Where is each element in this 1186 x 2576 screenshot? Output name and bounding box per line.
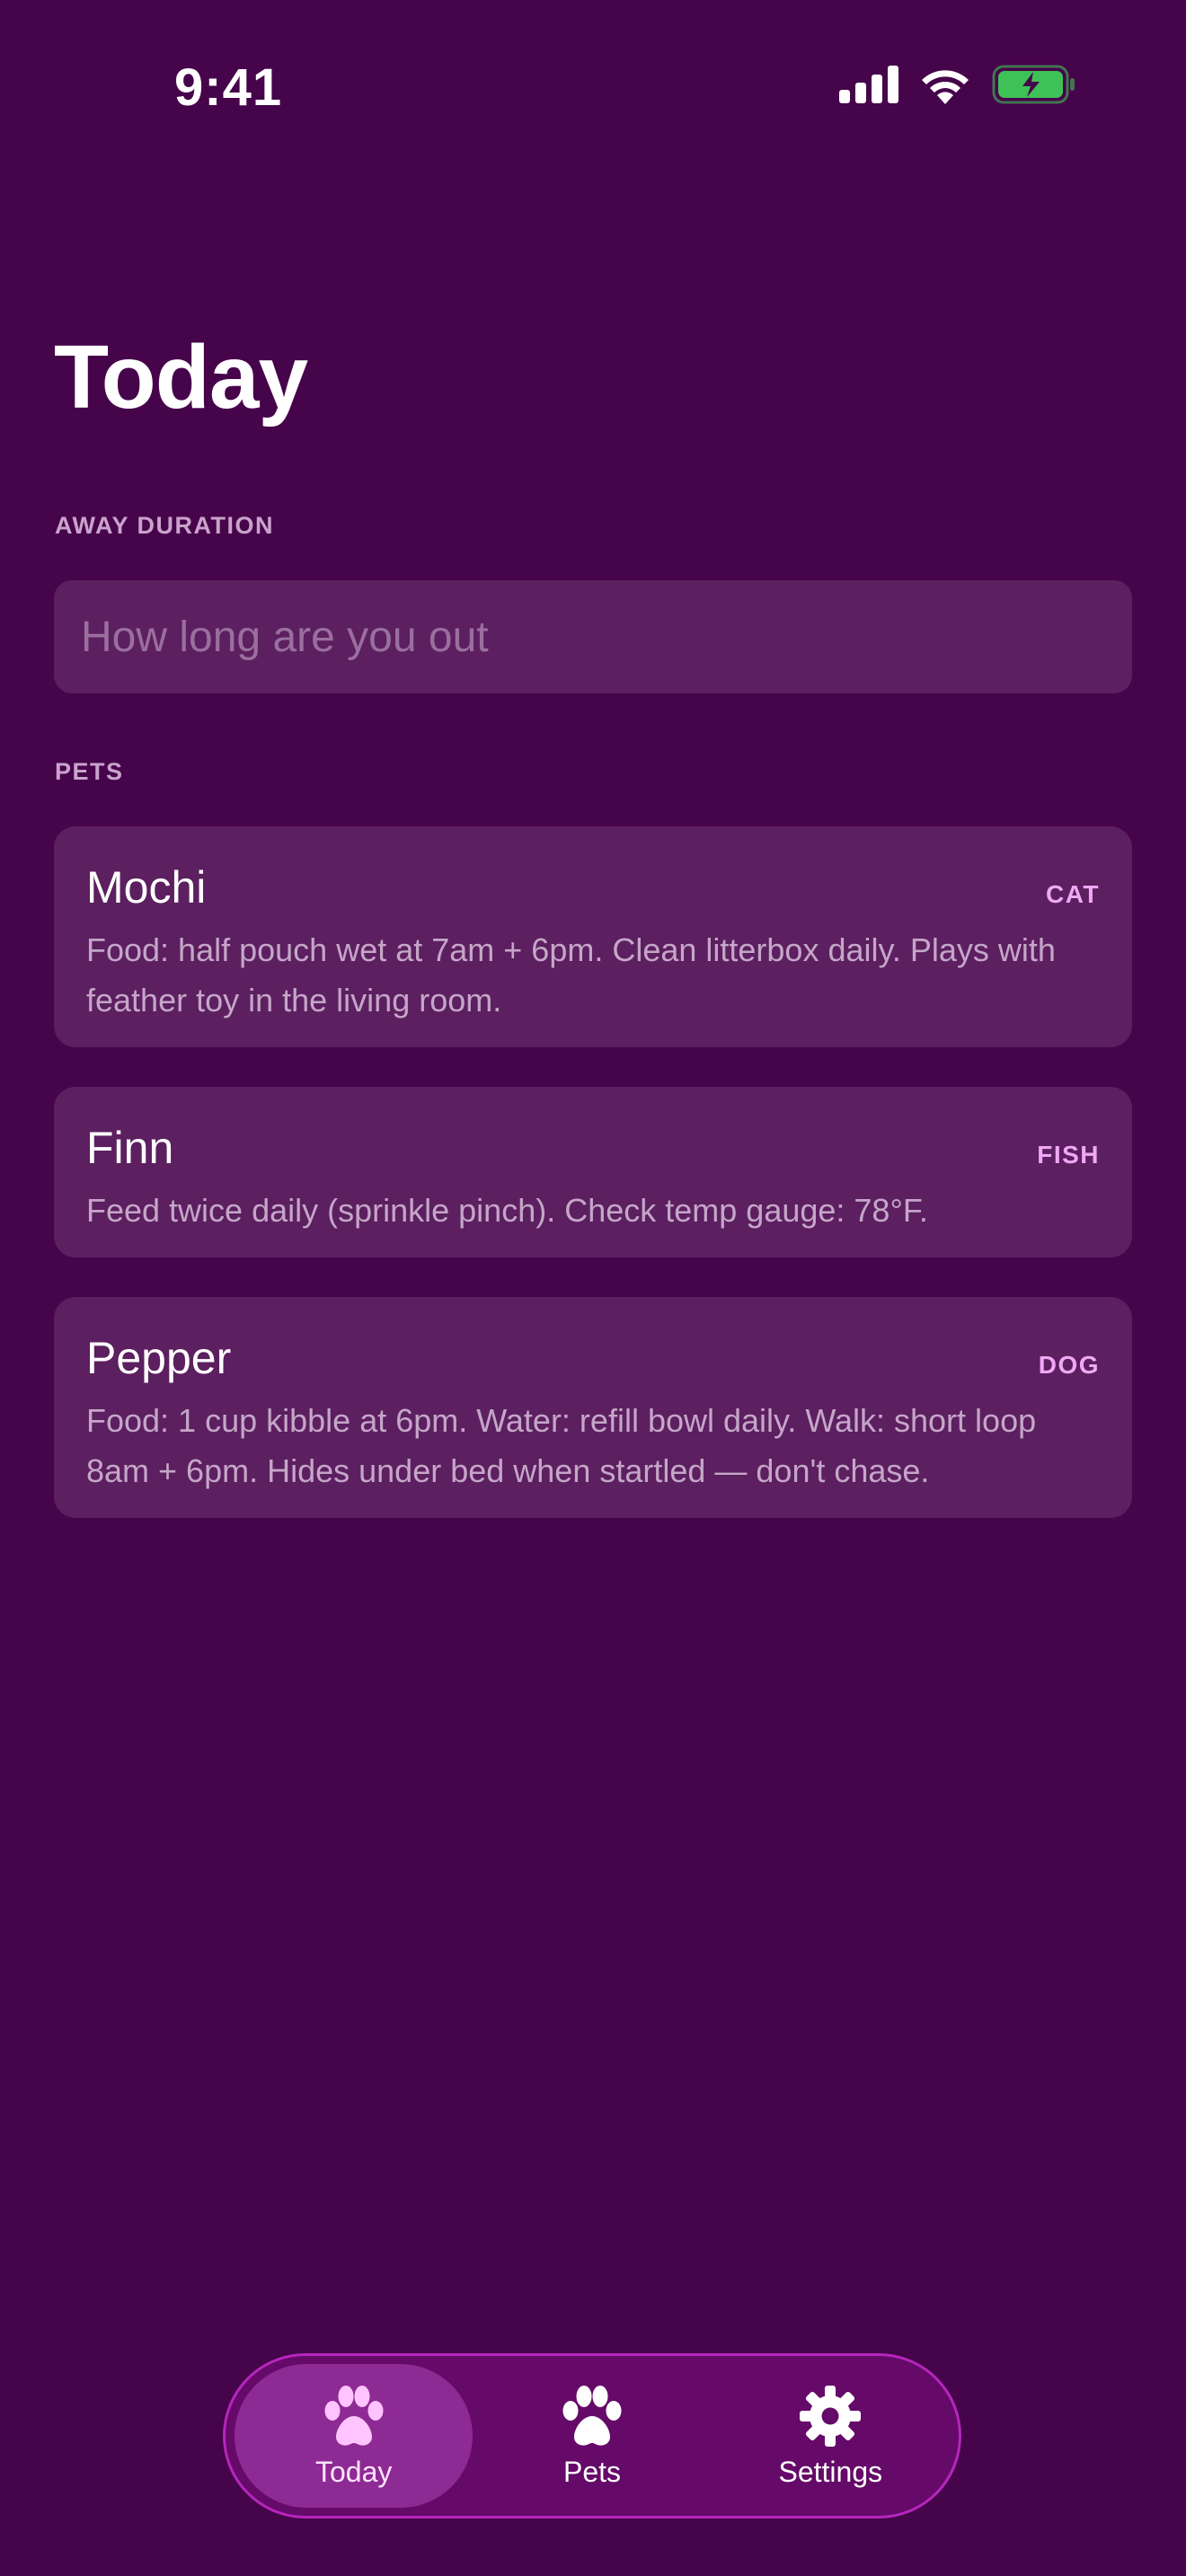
pets-section-label: PETS [55, 758, 124, 785]
pet-card-pepper[interactable]: Pepper DOG Food: 1 cup kibble at 6pm. Wa… [54, 1297, 1132, 1518]
pet-name: Mochi [86, 862, 207, 913]
pet-type-badge: FISH [1037, 1141, 1100, 1169]
pet-name: Finn [86, 1123, 174, 1173]
pet-notes: Feed twice daily (sprinkle pinch). Check… [86, 1192, 928, 1229]
away-duration-label: AWAY DURATION [55, 512, 275, 539]
paw-icon [562, 2385, 622, 2446]
signal-icon [839, 66, 898, 103]
pet-type-badge: DOG [1038, 1351, 1100, 1379]
tab-label: Settings [778, 2455, 883, 2488]
pet-card-finn[interactable]: Finn FISH Feed twice daily (sprinkle pin… [54, 1087, 1132, 1257]
paw-icon [324, 2385, 384, 2446]
tab-settings[interactable]: Settings [712, 2364, 950, 2508]
pet-notes: Food: half pouch wet at 7am + 6pm. Clean… [86, 931, 1056, 1019]
away-duration-input[interactable] [54, 580, 1132, 693]
pet-name: Pepper [86, 1333, 232, 1383]
battery-charging-icon [992, 65, 1075, 104]
tab-label: Today [314, 2455, 393, 2488]
status-bar: 9:41 [0, 0, 1186, 171]
pet-card-mochi[interactable]: Mochi CAT Food: half pouch wet at 7am + … [54, 826, 1132, 1047]
tab-pets[interactable]: Pets [473, 2364, 711, 2508]
tab-bar: Today Pets Settings [223, 2353, 961, 2519]
tab-label: Pets [562, 2455, 621, 2488]
wifi-icon [922, 70, 969, 104]
pet-notes: Food: 1 cup kibble at 6pm. Water: refill… [86, 1402, 1037, 1489]
pet-type-badge: CAT [1046, 880, 1100, 908]
status-icons [839, 65, 1076, 104]
tab-today[interactable]: Today [235, 2364, 474, 2508]
status-time: 9:41 [174, 58, 283, 117]
gear-icon [800, 2385, 862, 2447]
page-title: Today [54, 327, 308, 428]
